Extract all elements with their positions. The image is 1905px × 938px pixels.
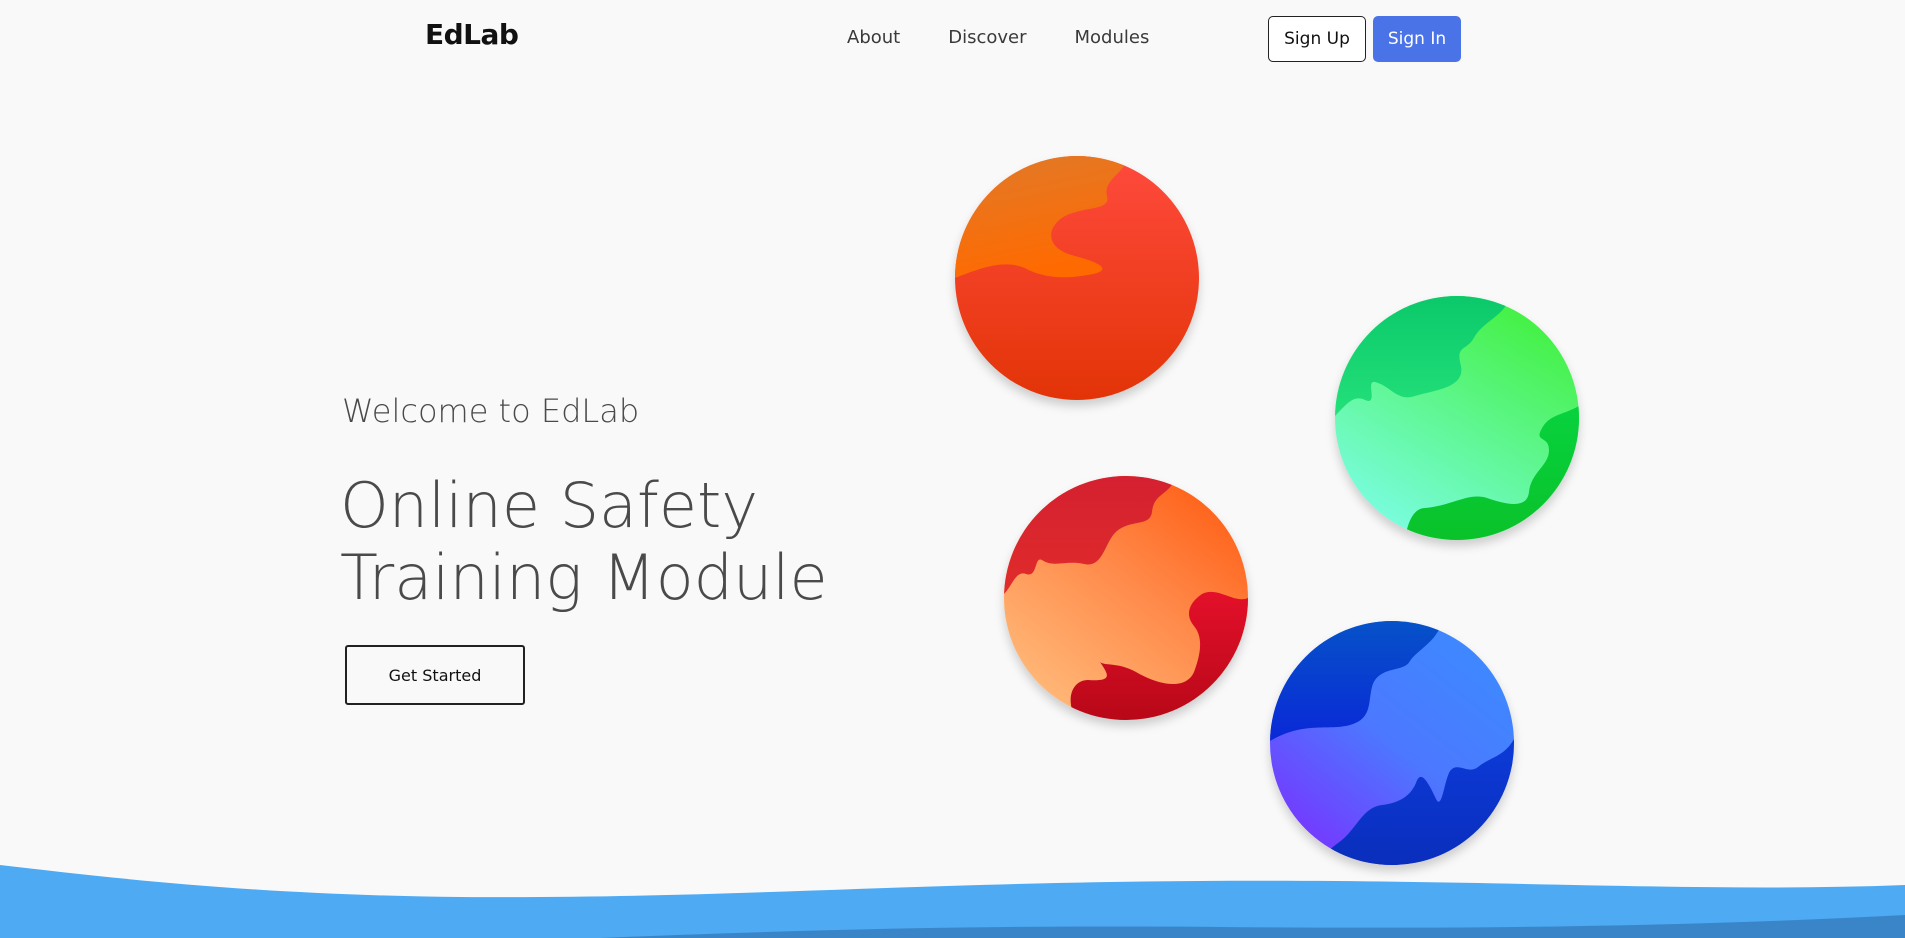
hero-subtitle: Welcome to EdLab	[342, 392, 640, 430]
footer-wave	[0, 855, 1905, 938]
hero-title-line-2: Training Module	[340, 541, 828, 614]
decorative-orb-green	[1335, 296, 1579, 540]
nav-link-about[interactable]: About	[847, 27, 900, 48]
nav-link-discover[interactable]: Discover	[948, 27, 1026, 48]
nav-link-modules[interactable]: Modules	[1075, 27, 1150, 48]
decorative-orb-blue	[1270, 621, 1514, 865]
decorative-orb-orange	[1004, 476, 1248, 720]
hero-title-line-1: Online Safety	[340, 469, 759, 542]
top-navbar: EdLab About Discover Modules Sign Up Sig…	[0, 0, 1905, 76]
decorative-orb-red	[955, 156, 1199, 400]
sign-in-button[interactable]: Sign In	[1373, 16, 1461, 62]
brand-logo[interactable]: EdLab	[425, 18, 519, 51]
main-nav: About Discover Modules	[847, 27, 1149, 48]
sign-up-button[interactable]: Sign Up	[1268, 16, 1366, 62]
hero-title: Online Safety Training Module	[340, 470, 900, 614]
get-started-button[interactable]: Get Started	[345, 645, 525, 705]
